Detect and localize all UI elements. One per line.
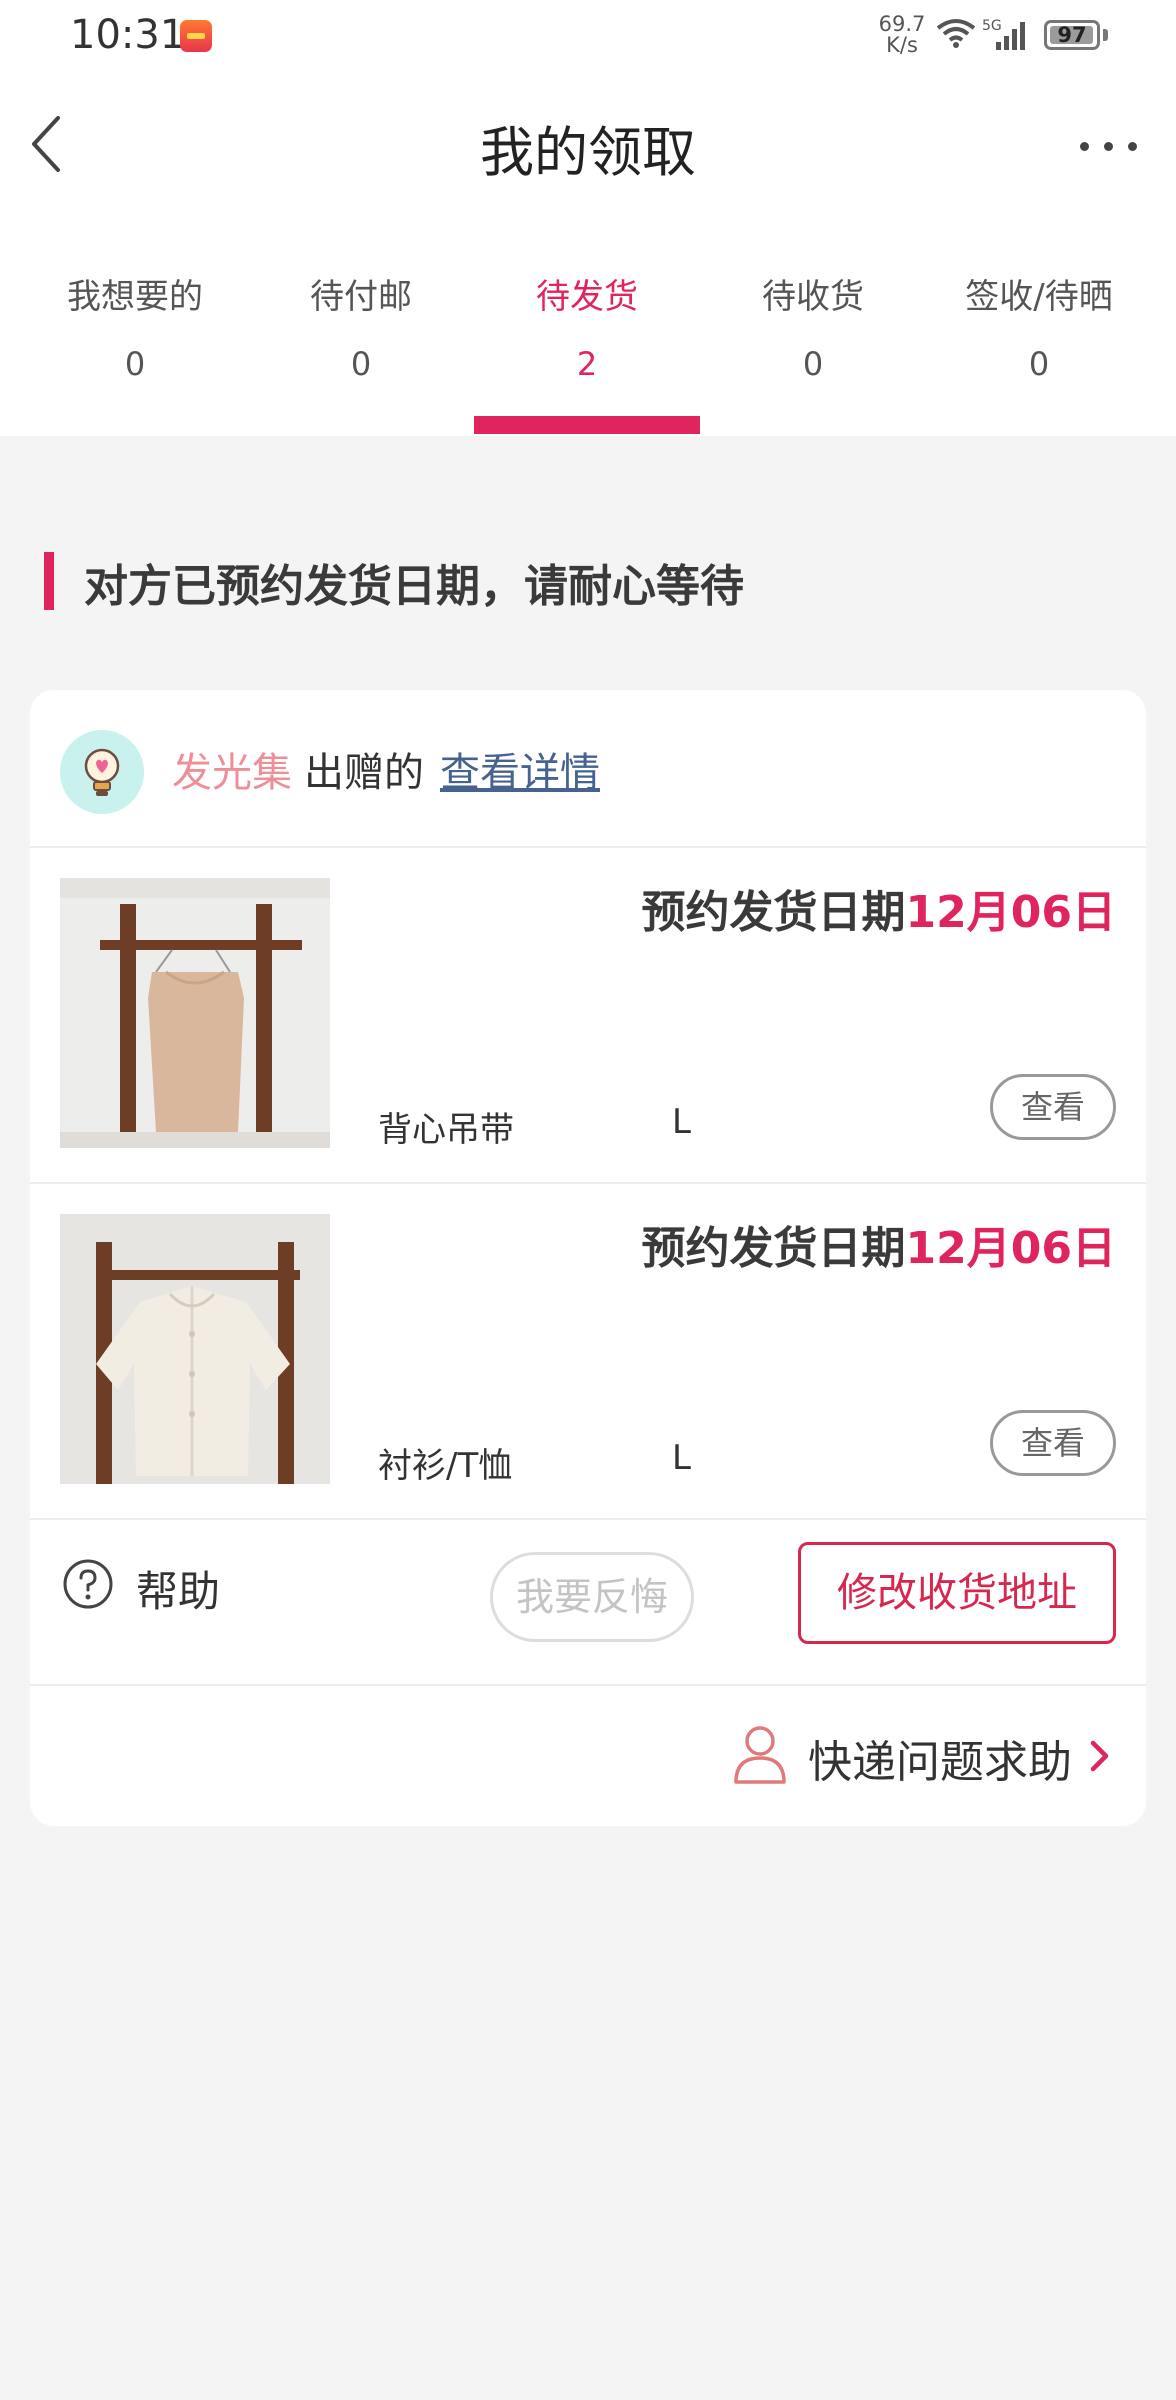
wifi-icon — [936, 19, 976, 48]
list-item: 预约发货日期12月06日 衬衫/T恤 L 查看 — [30, 1184, 1146, 1520]
regret-button[interactable]: 我要反悔 — [490, 1552, 694, 1642]
tab-count: 0 — [1028, 345, 1050, 383]
tab-wanted[interactable]: 我想要的 0 — [22, 262, 248, 436]
help-icon[interactable] — [62, 1558, 114, 1610]
more-dot-icon — [1128, 142, 1137, 151]
more-options-button[interactable] — [1070, 120, 1146, 170]
tab-label: 签收/待晒 — [965, 277, 1113, 317]
lightbulb-icon — [84, 748, 120, 796]
battery-cap — [1103, 29, 1108, 41]
ship-date-value: 12月06日 — [905, 887, 1116, 938]
view-details-link[interactable]: 查看详情 — [440, 740, 600, 798]
network-speed-value: 69.7 — [878, 12, 926, 36]
scheduled-ship-date: 预约发货日期12月06日 — [642, 1212, 1116, 1276]
tab-label: 我想要的 — [67, 277, 203, 317]
tab-label: 待收货 — [762, 277, 864, 317]
giver-avatar[interactable] — [60, 730, 144, 814]
item-name: 衬衫/T恤 — [378, 1446, 513, 1486]
network-speed: 69.7 K/s — [876, 14, 928, 56]
item-size: L — [672, 1438, 691, 1478]
help-label[interactable]: 帮助 — [136, 1558, 220, 1619]
ship-date-value: 12月06日 — [905, 1223, 1116, 1274]
tab-count: 0 — [124, 345, 146, 383]
order-actions: 帮助 我要反悔 修改收货地址 — [30, 1514, 1146, 1678]
tab-label: 待付邮 — [310, 277, 412, 317]
item-photo[interactable] — [60, 878, 330, 1148]
giver-row: 发光集 出赠的 查看详情 — [30, 690, 1146, 846]
view-item-button[interactable]: 查看 — [990, 1410, 1116, 1476]
giver-name[interactable]: 发光集 — [172, 740, 292, 798]
scheduled-ship-date: 预约发货日期12月06日 — [642, 876, 1116, 940]
tab-count: 0 — [802, 345, 824, 383]
tab-count: 2 — [576, 345, 598, 383]
tab-pending-postage[interactable]: 待付邮 0 — [248, 262, 474, 436]
tank-top-image — [60, 878, 330, 1148]
tab-pending-receipt[interactable]: 待收货 0 — [700, 262, 926, 436]
chevron-right-icon — [1090, 1740, 1109, 1772]
list-item: 预约发货日期12月06日 背心吊带 L 查看 — [30, 848, 1146, 1184]
order-card: 发光集 出赠的 查看详情 预约发货日期12月06日 背心吊带 L 查看 预约发货… — [30, 690, 1146, 1826]
giver-suffix: 出赠的 — [304, 750, 424, 796]
notice-text: 对方已预约发货日期，请耐心等待 — [84, 561, 744, 612]
signal-icon — [996, 22, 1025, 50]
battery-level: 97 — [1057, 23, 1087, 47]
page-title: 我的领取 — [480, 121, 696, 184]
more-dot-icon — [1080, 142, 1089, 151]
status-bar: 10:31 69.7 K/s 5G 97 — [0, 0, 1176, 72]
item-name: 背心吊带 — [378, 1110, 514, 1150]
status-tabs: 我想要的 0 待付邮 0 待发货 2 待收货 0 签收/待晒 0 — [0, 262, 1176, 436]
ship-date-label: 预约发货日期 — [641, 1223, 906, 1274]
express-help-label: 快递问题求助 — [808, 1737, 1072, 1788]
tab-pending-shipment[interactable]: 待发货 2 — [474, 262, 700, 436]
person-icon — [734, 1726, 786, 1784]
express-help-row[interactable]: 快递问题求助 — [30, 1686, 1146, 1826]
item-size: L — [672, 1102, 691, 1142]
network-speed-unit: K/s — [886, 33, 918, 57]
notice-accent-bar — [44, 552, 54, 610]
tab-count: 0 — [350, 345, 372, 383]
more-dot-icon — [1104, 142, 1113, 151]
tab-label: 待发货 — [536, 277, 638, 317]
status-time: 10:31 — [70, 12, 186, 58]
view-item-button[interactable]: 查看 — [990, 1074, 1116, 1140]
app-notification-icon — [180, 20, 212, 52]
modify-address-button[interactable]: 修改收货地址 — [798, 1542, 1116, 1644]
battery-icon: 97 — [1044, 20, 1100, 50]
ship-date-label: 预约发货日期 — [641, 887, 906, 938]
item-photo[interactable] — [60, 1214, 330, 1484]
shirt-image — [60, 1214, 330, 1484]
active-tab-indicator — [474, 416, 700, 434]
tab-received-review[interactable]: 签收/待晒 0 — [926, 262, 1152, 436]
